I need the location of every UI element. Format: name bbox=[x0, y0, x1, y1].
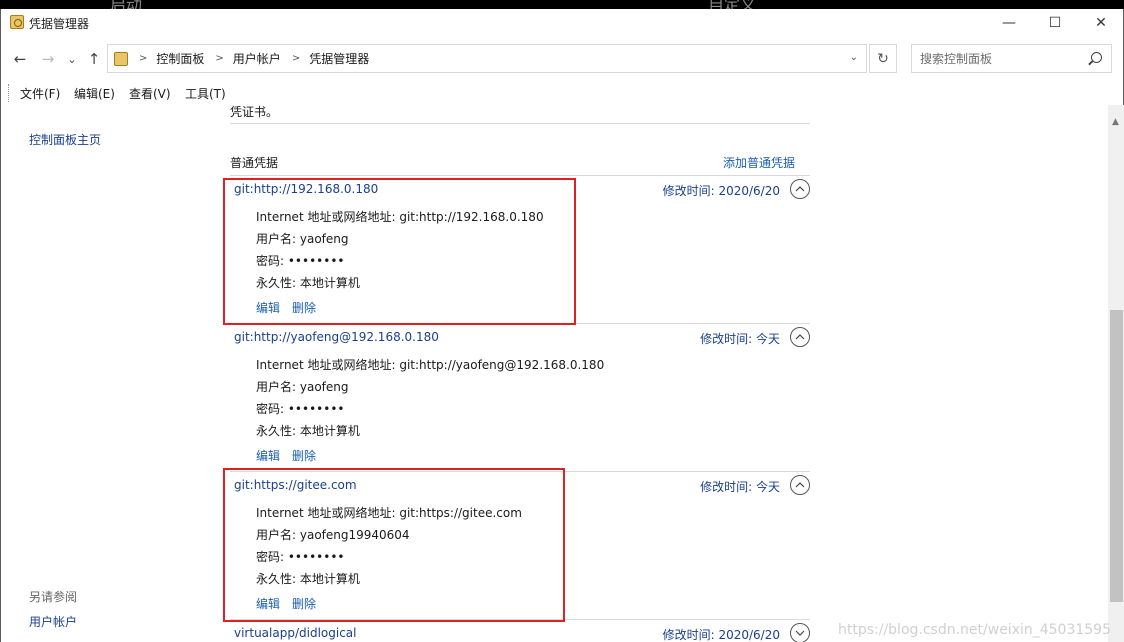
chevron-down-icon[interactable]: ⌄ bbox=[850, 52, 858, 63]
credential-modified: 修改时间: 今天 bbox=[700, 480, 780, 494]
chevron-right-icon: > bbox=[215, 53, 224, 64]
credential-username: 用户名: yaofeng bbox=[256, 380, 349, 394]
vertical-scrollbar[interactable]: ▲ bbox=[1108, 105, 1124, 642]
credential-manager-window: 凭据管理器 — ☐ ✕ ← → ⌄ ↑ > 控制面板 > 用户帐户 > 凭据管理… bbox=[0, 9, 1124, 642]
credential-address: Internet 地址或网络地址: git:http://yaofeng@192… bbox=[256, 358, 605, 372]
breadcrumb-user-accounts[interactable]: 用户帐户 bbox=[233, 50, 281, 67]
refresh-icon[interactable]: ↻ bbox=[869, 44, 897, 73]
menu-grip bbox=[8, 84, 10, 102]
maximize-button[interactable]: ☐ bbox=[1032, 9, 1078, 37]
menu-tools[interactable]: 工具(T) bbox=[185, 85, 226, 102]
credential-modified: 修改时间: 今天 bbox=[700, 332, 780, 346]
credential-modified: 修改时间: 2020/6/20 bbox=[662, 184, 780, 198]
credential-item: git:http://yaofeng@192.168.0.180 修改时间: 今… bbox=[230, 327, 810, 470]
address-bar[interactable]: > 控制面板 > 用户帐户 > 凭据管理器 ⌄ bbox=[107, 44, 867, 73]
minimize-button[interactable]: — bbox=[986, 9, 1032, 37]
credential-name[interactable]: virtualapp/didlogical bbox=[234, 626, 356, 640]
menu-bar: 文件(F) 编辑(E) 查看(V) 工具(T) bbox=[1, 81, 1123, 105]
see-also-heading: 另请参阅 bbox=[29, 590, 78, 604]
highlight-box bbox=[223, 468, 565, 622]
forward-arrow-icon[interactable]: → bbox=[37, 48, 59, 70]
watermark: https://blog.csdn.net/weixin_45031595 bbox=[837, 622, 1111, 638]
search-box[interactable] bbox=[911, 44, 1112, 73]
scroll-up-icon[interactable]: ▲ bbox=[1112, 117, 1121, 127]
generic-credentials-heading: 普通凭据 bbox=[230, 156, 279, 170]
credential-persistence: 永久性: 本地计算机 bbox=[256, 424, 360, 438]
add-generic-credential-link[interactable]: 添加普通凭据 bbox=[723, 154, 795, 171]
control-panel-home-link[interactable]: 控制面板主页 bbox=[29, 131, 101, 148]
menu-edit[interactable]: 编辑(E) bbox=[74, 85, 115, 102]
chevron-up-icon[interactable] bbox=[790, 179, 810, 199]
credential-password: 密码: •••••••• bbox=[256, 402, 345, 416]
credential-modified: 修改时间: 2020/6/20 bbox=[662, 628, 780, 642]
divider bbox=[230, 123, 810, 124]
delete-link[interactable]: 删除 bbox=[292, 449, 316, 463]
highlight-box bbox=[223, 178, 576, 325]
divider bbox=[230, 175, 810, 176]
recent-locations-icon[interactable]: ⌄ bbox=[61, 48, 83, 70]
breadcrumb-control-panel[interactable]: 控制面板 bbox=[156, 50, 204, 67]
back-arrow-icon[interactable]: ← bbox=[9, 48, 31, 70]
left-pane: 控制面板主页 另请参阅 用户帐户 bbox=[1, 105, 216, 642]
window-title: 凭据管理器 bbox=[29, 17, 90, 31]
chevron-down-icon[interactable] bbox=[790, 623, 810, 642]
up-arrow-icon[interactable]: ↑ bbox=[83, 48, 105, 70]
breadcrumb-credential-manager[interactable]: 凭据管理器 bbox=[309, 50, 369, 67]
search-input[interactable] bbox=[920, 51, 1080, 66]
edit-link[interactable]: 编辑 bbox=[256, 449, 280, 463]
menu-view[interactable]: 查看(V) bbox=[129, 85, 171, 102]
search-icon[interactable] bbox=[1091, 52, 1102, 63]
chevron-up-icon[interactable] bbox=[790, 327, 810, 347]
credential-manager-icon bbox=[10, 15, 24, 29]
menu-file[interactable]: 文件(F) bbox=[20, 85, 60, 102]
scrollbar-thumb[interactable] bbox=[1110, 310, 1123, 602]
title-bar: 凭据管理器 — ☐ ✕ bbox=[1, 9, 1123, 37]
cut-off-text: 凭证书。 bbox=[230, 105, 279, 119]
credential-item: virtualapp/didlogical 修改时间: 2020/6/20 bbox=[230, 623, 810, 642]
desktop-background: 启动 自定义 bbox=[0, 0, 1124, 14]
credential-name[interactable]: git:http://yaofeng@192.168.0.180 bbox=[234, 330, 439, 344]
credentials-content: 凭证书。 普通凭据 添加普通凭据 git:http://192.168.0.18… bbox=[216, 105, 1109, 642]
chevron-right-icon: > bbox=[139, 53, 148, 64]
chevron-up-icon[interactable] bbox=[790, 475, 810, 495]
close-button[interactable]: ✕ bbox=[1078, 9, 1124, 37]
navigation-bar: ← → ⌄ ↑ > 控制面板 > 用户帐户 > 凭据管理器 ⌄ ↻ bbox=[1, 42, 1123, 76]
chevron-right-icon: > bbox=[291, 53, 301, 64]
control-panel-icon bbox=[114, 51, 128, 66]
user-accounts-link[interactable]: 用户帐户 bbox=[29, 613, 77, 630]
